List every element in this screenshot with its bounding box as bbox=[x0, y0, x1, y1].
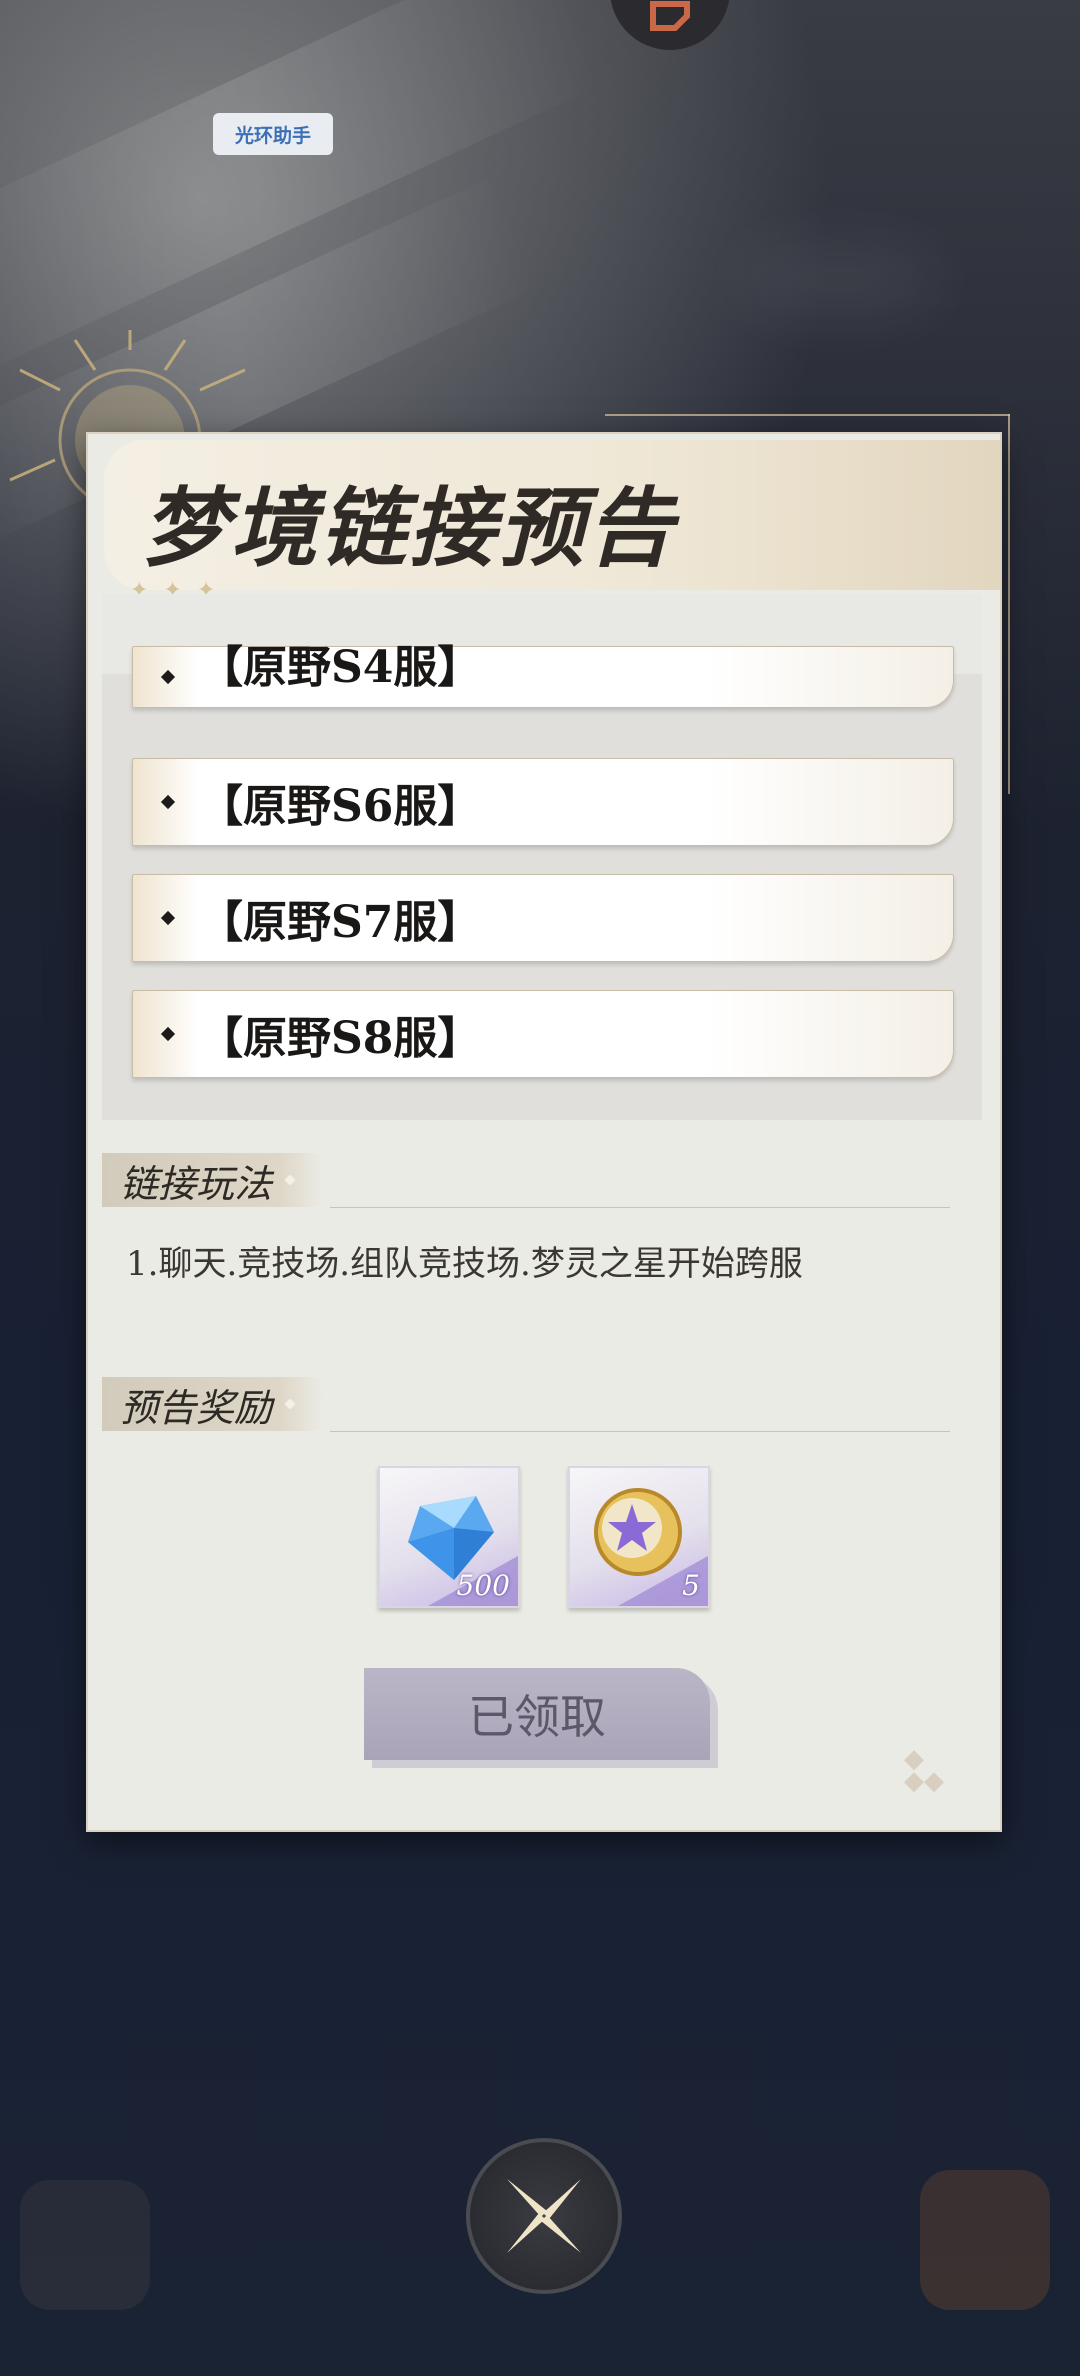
diamond-icon bbox=[284, 1174, 296, 1186]
section-heading-gameplay: 链接玩法 bbox=[102, 1153, 325, 1207]
frame-line-top bbox=[605, 414, 1010, 416]
background-deco-left bbox=[20, 2180, 150, 2310]
server-label: 【原野S4服】 bbox=[199, 642, 482, 693]
server-label: 【原野S6服】 bbox=[199, 781, 482, 832]
bullet-icon bbox=[160, 794, 176, 810]
close-icon bbox=[507, 2179, 581, 2253]
top-menu-disc[interactable] bbox=[610, 0, 730, 50]
dialog-title: 梦境链接预告 bbox=[142, 478, 676, 579]
reward-item-coin[interactable]: 5 bbox=[568, 1466, 710, 1608]
corner-gems-icon: ◆ ◆◆ bbox=[904, 1744, 944, 1796]
reward-count: 5 bbox=[682, 1569, 700, 1602]
section-heading-rewards: 预告奖励 bbox=[102, 1377, 325, 1431]
background-glow bbox=[740, 250, 940, 310]
list-item: 【原野S7服】 bbox=[132, 874, 954, 962]
diamond-icon bbox=[284, 1398, 296, 1410]
bullet-icon bbox=[160, 1026, 176, 1042]
game-logo-icon bbox=[650, 1, 690, 31]
background-deco-right bbox=[920, 2170, 1050, 2310]
gameplay-description: 1.聊天.竞技场.组队竞技场.梦灵之星开始跨服 bbox=[126, 1244, 803, 1284]
reward-count: 500 bbox=[456, 1569, 510, 1602]
claim-button[interactable]: 已领取 bbox=[364, 1668, 710, 1760]
assistant-badge[interactable]: 光环助手 bbox=[213, 113, 333, 155]
reward-item-crystal[interactable]: 500 bbox=[378, 1466, 520, 1608]
bullet-icon bbox=[160, 910, 176, 926]
section-divider bbox=[330, 1431, 950, 1432]
frame-line-right bbox=[1008, 414, 1010, 794]
list-item: 【原野S8服】 bbox=[132, 990, 954, 1078]
bullet-icon bbox=[160, 669, 176, 685]
list-item: 【原野S6服】 bbox=[132, 758, 954, 846]
section-heading-label: 链接玩法 bbox=[120, 1161, 273, 1206]
section-heading-label: 预告奖励 bbox=[120, 1385, 273, 1430]
server-label: 【原野S8服】 bbox=[199, 1013, 482, 1064]
close-button[interactable] bbox=[466, 2138, 622, 2294]
server-label: 【原野S7服】 bbox=[199, 897, 482, 948]
server-list[interactable]: 【原野S4服】 【原野S6服】 【原野S7服】 【原野S8服】 bbox=[102, 594, 982, 1120]
section-divider bbox=[330, 1207, 950, 1208]
list-item: 【原野S4服】 bbox=[132, 642, 954, 708]
